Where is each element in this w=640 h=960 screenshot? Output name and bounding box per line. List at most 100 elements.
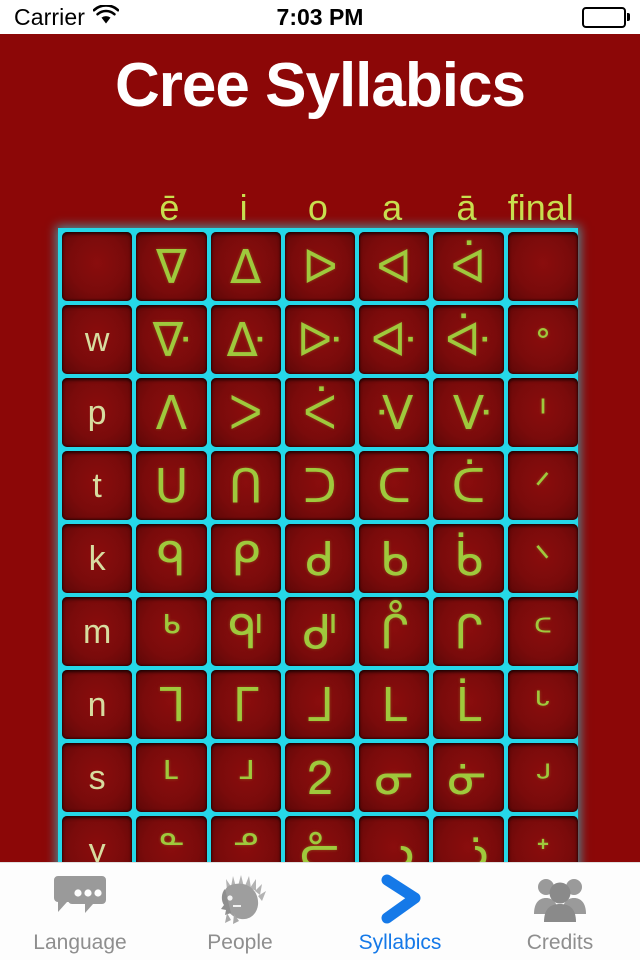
syllabic-cell-r3-c6[interactable]: ᐟ	[507, 451, 578, 520]
status-bar: Carrier 7:03 PM	[0, 0, 640, 34]
syllabic-glyph: ᑖ	[451, 458, 486, 513]
syllabic-glyph: ᓂ	[374, 750, 414, 805]
syllabic-cell-r5-c1[interactable]: ᒃ	[136, 597, 207, 666]
syllabic-cell-r4-c1[interactable]: ᑫ	[136, 524, 207, 593]
tab-credits[interactable]: Credits	[480, 863, 640, 960]
syllabic-cell-r7-c6[interactable]: ᒢ	[507, 743, 578, 812]
syllabics-grid[interactable]: ᐁᐃᐅᐊᐋ w ᐍᐏᐓᐘᐚᐤ p ᐱᐳᐹᐺᐻ ᑊ t ᑌᑎᑐᑕᑖ ᐟ k ᑫᑭᑯᑲᑳ ᐠ m ᒃᒅᒇᒊᒋ ᒼ…	[58, 228, 578, 862]
syllabic-cell-r5-c5[interactable]: ᒋ	[433, 597, 504, 666]
syllabic-glyph: ᒿ	[307, 750, 333, 805]
syllabic-cell-r8-c5[interactable]: ᓘ	[433, 816, 504, 862]
row-label-cell-0	[62, 232, 133, 301]
syllabic-cell-r4-c2[interactable]: ᑭ	[210, 524, 281, 593]
syllabic-cell-r0-c3[interactable]: ᐅ	[284, 232, 356, 301]
syllabic-cell-r2-c5[interactable]: ᐻ	[433, 378, 504, 447]
row-label-cell-3[interactable]: t	[62, 451, 133, 520]
syllabic-cell-r8-c1[interactable]: ᓐ	[136, 816, 207, 862]
row-label-cell-1[interactable]: w	[62, 305, 133, 374]
syllabic-cell-r0-c1[interactable]: ᐁ	[136, 232, 207, 301]
syllabic-glyph: ᕀ	[535, 828, 551, 863]
column-header-2: i	[239, 187, 248, 228]
syllabic-cell-r1-c1[interactable]: ᐍ	[136, 305, 207, 374]
row-label: m	[82, 612, 112, 651]
syllabic-cell-r4-c3[interactable]: ᑯ	[284, 524, 356, 593]
syllabic-cell-r5-c6[interactable]: ᒼ	[507, 597, 578, 666]
syllabic-glyph: ᓃ	[448, 750, 489, 805]
syllabic-cell-r5-c3[interactable]: ᒇ	[284, 597, 356, 666]
syllabic-cell-r8-c3[interactable]: ᓔ	[284, 816, 356, 862]
syllabic-glyph: ᐚ	[445, 312, 492, 367]
syllabic-cell-r1-c3[interactable]: ᐓ	[284, 305, 356, 374]
column-header-1: ē	[159, 187, 180, 228]
syllabic-cell-r0-c2[interactable]: ᐃ	[210, 232, 281, 301]
syllabic-cell-r6-c3[interactable]: ᒧ	[284, 670, 356, 739]
syllabic-cell-r4-c4[interactable]: ᑲ	[359, 524, 430, 593]
syllabic-cell-r3-c1[interactable]: ᑌ	[136, 451, 207, 520]
syllabic-cell-r7-c3[interactable]: ᒿ	[284, 743, 356, 812]
syllabic-cell-r7-c5[interactable]: ᓃ	[433, 743, 504, 812]
row-label-cell-8[interactable]: y	[62, 816, 133, 863]
syllabic-cell-r6-c2[interactable]: ᒥ	[210, 670, 281, 739]
syllabic-cell-r3-c4[interactable]: ᑕ	[359, 451, 430, 520]
row-label-cell-6[interactable]: n	[62, 670, 133, 739]
syllabic-cell-r5-c4[interactable]: ᒊ	[359, 597, 430, 666]
syllabic-cell-r5-c2[interactable]: ᒅ	[210, 597, 281, 666]
row-label-cell-7[interactable]: s	[62, 743, 133, 812]
syllabic-cell-r8-c4[interactable]: ᓗ	[359, 816, 430, 863]
syllabic-cell-r6-c6[interactable]: ᒡ	[507, 670, 578, 739]
syllabic-cell-r8-c2[interactable]: ᓒ	[210, 816, 281, 862]
battery-icon	[582, 6, 630, 28]
syllabic-cell-r2-c6[interactable]: ᑊ	[507, 378, 578, 447]
syllabic-glyph: ᐱ	[155, 385, 188, 440]
row-label: y	[88, 831, 106, 863]
chief-headdress-icon	[211, 873, 269, 925]
syllabic-cell-r1-c4[interactable]: ᐘ	[359, 305, 430, 374]
syllabic-cell-r2-c2[interactable]: ᐳ	[210, 378, 281, 447]
syllabic-cell-r2-c4[interactable]: ᐺ	[359, 378, 430, 447]
tab-people[interactable]: People	[160, 863, 320, 960]
syllabic-cell-r1-c2[interactable]: ᐏ	[210, 305, 281, 374]
syllabic-cell-r4-c6[interactable]: ᐠ	[507, 524, 578, 593]
syllabic-glyph: ᒢ	[534, 755, 551, 800]
syllabic-cell-r0-c4[interactable]: ᐊ	[359, 232, 430, 301]
syllabic-glyph: ᑊ	[539, 390, 547, 435]
syllabic-glyph: ᑎ	[228, 458, 263, 513]
tab-label: People	[207, 931, 273, 954]
tab-syllabics[interactable]: Syllabics	[320, 863, 480, 960]
syllabic-cell-r3-c2[interactable]: ᑎ	[210, 451, 281, 520]
syllabic-glyph: ᐺ	[374, 385, 414, 440]
syllabic-glyph: ᐁ	[155, 239, 188, 294]
syllabic-cell-r7-c4[interactable]: ᓂ	[359, 743, 430, 812]
syllabic-cell-r1-c5[interactable]: ᐚ	[433, 305, 504, 374]
syllabic-glyph: ᐊ	[376, 239, 412, 294]
row-label-cell-2[interactable]: p	[62, 378, 133, 447]
syllabic-glyph: ᑕ	[377, 458, 411, 513]
syllabic-cell-r2-c3[interactable]: ᐹ	[284, 378, 356, 447]
syllabic-cell-r7-c2[interactable]: ᒽ	[210, 743, 281, 812]
tab-language[interactable]: Language	[0, 863, 160, 960]
syllabic-cell-r8-c6[interactable]: ᕀ	[507, 816, 578, 863]
syllabic-cell-r2-c1[interactable]: ᐱ	[136, 378, 207, 447]
syllabic-glyph: ᐳ	[228, 385, 263, 440]
syllabic-cell-r0-c5[interactable]: ᐋ	[433, 232, 504, 301]
syllabic-cell-r1-c6[interactable]: ᐤ	[507, 305, 578, 374]
row-label-cell-4[interactable]: k	[62, 524, 133, 593]
syllabic-cell-r7-c1[interactable]: ᒻ	[136, 743, 207, 812]
syllabic-glyph: ᒣ	[157, 677, 186, 732]
page-title: Cree Syllabics	[115, 51, 526, 120]
syllabic-glyph: ᓗ	[374, 823, 414, 863]
syllabic-cell-r4-c5[interactable]: ᑳ	[433, 524, 504, 593]
syllabic-glyph: ᒡ	[534, 682, 551, 727]
column-header-4: a	[382, 187, 403, 228]
column-headers-row: ē i o a ā final	[58, 186, 578, 230]
row-label-cell-5[interactable]: m	[62, 597, 133, 666]
syllabic-glyph: ᐻ	[452, 385, 485, 440]
syllabic-glyph: ᐃ	[229, 239, 262, 294]
syllabic-cell-r3-c3[interactable]: ᑐ	[284, 451, 356, 520]
syllabic-cell-r6-c5[interactable]: ᒫ	[433, 670, 504, 739]
row-label: w	[84, 320, 110, 359]
syllabic-cell-r6-c4[interactable]: ᒪ	[359, 670, 430, 739]
syllabic-cell-r3-c5[interactable]: ᑖ	[433, 451, 504, 520]
syllabic-cell-r6-c1[interactable]: ᒣ	[136, 670, 207, 739]
syllabic-cell-r0-c6	[507, 232, 578, 301]
